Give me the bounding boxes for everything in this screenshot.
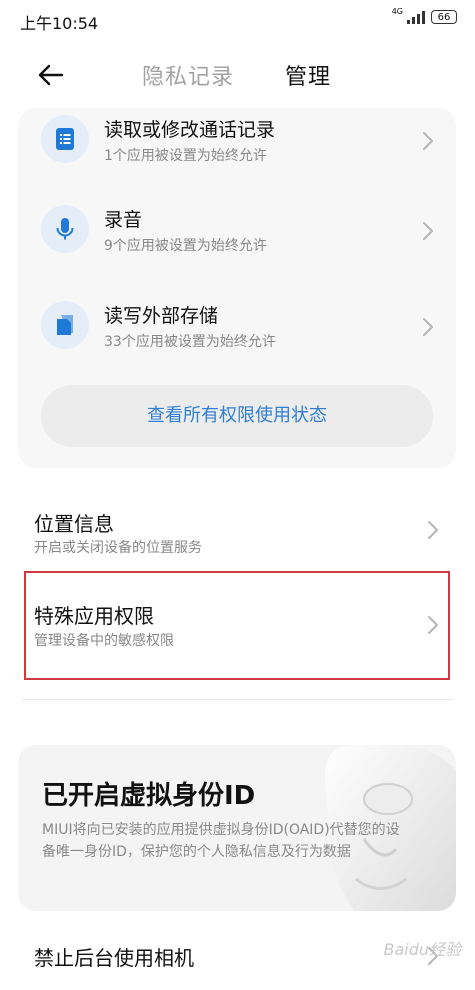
microphone-icon	[41, 205, 89, 253]
chevron-right-icon	[427, 520, 439, 540]
permission-item-call-log[interactable]: 读取或修改通话记录 1个应用被设置为始终允许	[18, 115, 456, 195]
header-tabs: 隐私记录 管理	[0, 59, 475, 93]
permission-item-record-audio[interactable]: 录音 9个应用被设置为始终允许	[18, 205, 456, 285]
tab-privacy-records[interactable]: 隐私记录	[142, 59, 234, 91]
storage-icon	[41, 301, 89, 349]
call-log-icon	[41, 115, 89, 163]
virtual-id-description: MIUI将向已安装的应用提供虚拟身份ID(OAID)代替您的设备唯一身份ID，保…	[42, 822, 400, 860]
location-subtitle: 开启或关闭设备的位置服务	[34, 540, 202, 556]
tab-manage[interactable]: 管理	[285, 59, 331, 91]
permission-subtitle: 1个应用被设置为始终允许	[104, 148, 267, 164]
watermark: Baidu经验	[383, 940, 461, 959]
chevron-right-icon	[422, 317, 434, 337]
location-row[interactable]: 位置信息 开启或关闭设备的位置服务	[0, 500, 475, 564]
permission-title: 读取或修改通话记录	[104, 119, 276, 141]
view-permission-usage-button[interactable]: 查看所有权限使用状态	[41, 385, 433, 447]
status-bar: 上午10:54 4G 66	[0, 0, 475, 40]
divider	[22, 699, 454, 700]
permission-subtitle: 9个应用被设置为始终允许	[104, 238, 267, 254]
permission-title: 录音	[104, 209, 143, 231]
battery-icon: 66	[431, 10, 457, 24]
permission-subtitle: 33个应用被设置为始终允许	[104, 334, 276, 350]
camera-row-title: 禁止后台使用相机	[34, 946, 194, 970]
highlight-box	[24, 571, 450, 680]
virtual-id-title: 已开启虚拟身份ID	[42, 781, 256, 811]
signal-icon	[407, 10, 425, 24]
network-type-label: 4G	[391, 7, 403, 16]
virtual-id-card[interactable]: 已开启虚拟身份ID MIUI将向已安装的应用提供虚拟身份ID(OAID)代替您的…	[18, 745, 456, 911]
permission-item-storage[interactable]: 读写外部存储 33个应用被设置为始终允许	[18, 301, 456, 381]
status-indicators: 4G 66	[391, 7, 457, 24]
permission-title: 读写外部存储	[104, 305, 219, 327]
status-time: 上午10:54	[20, 14, 99, 33]
chevron-right-icon	[422, 131, 434, 151]
location-title: 位置信息	[34, 512, 114, 536]
chevron-right-icon	[422, 221, 434, 241]
permissions-card: 读取或修改通话记录 1个应用被设置为始终允许 录音 9个应用被设置为始终允许 读…	[18, 108, 456, 468]
